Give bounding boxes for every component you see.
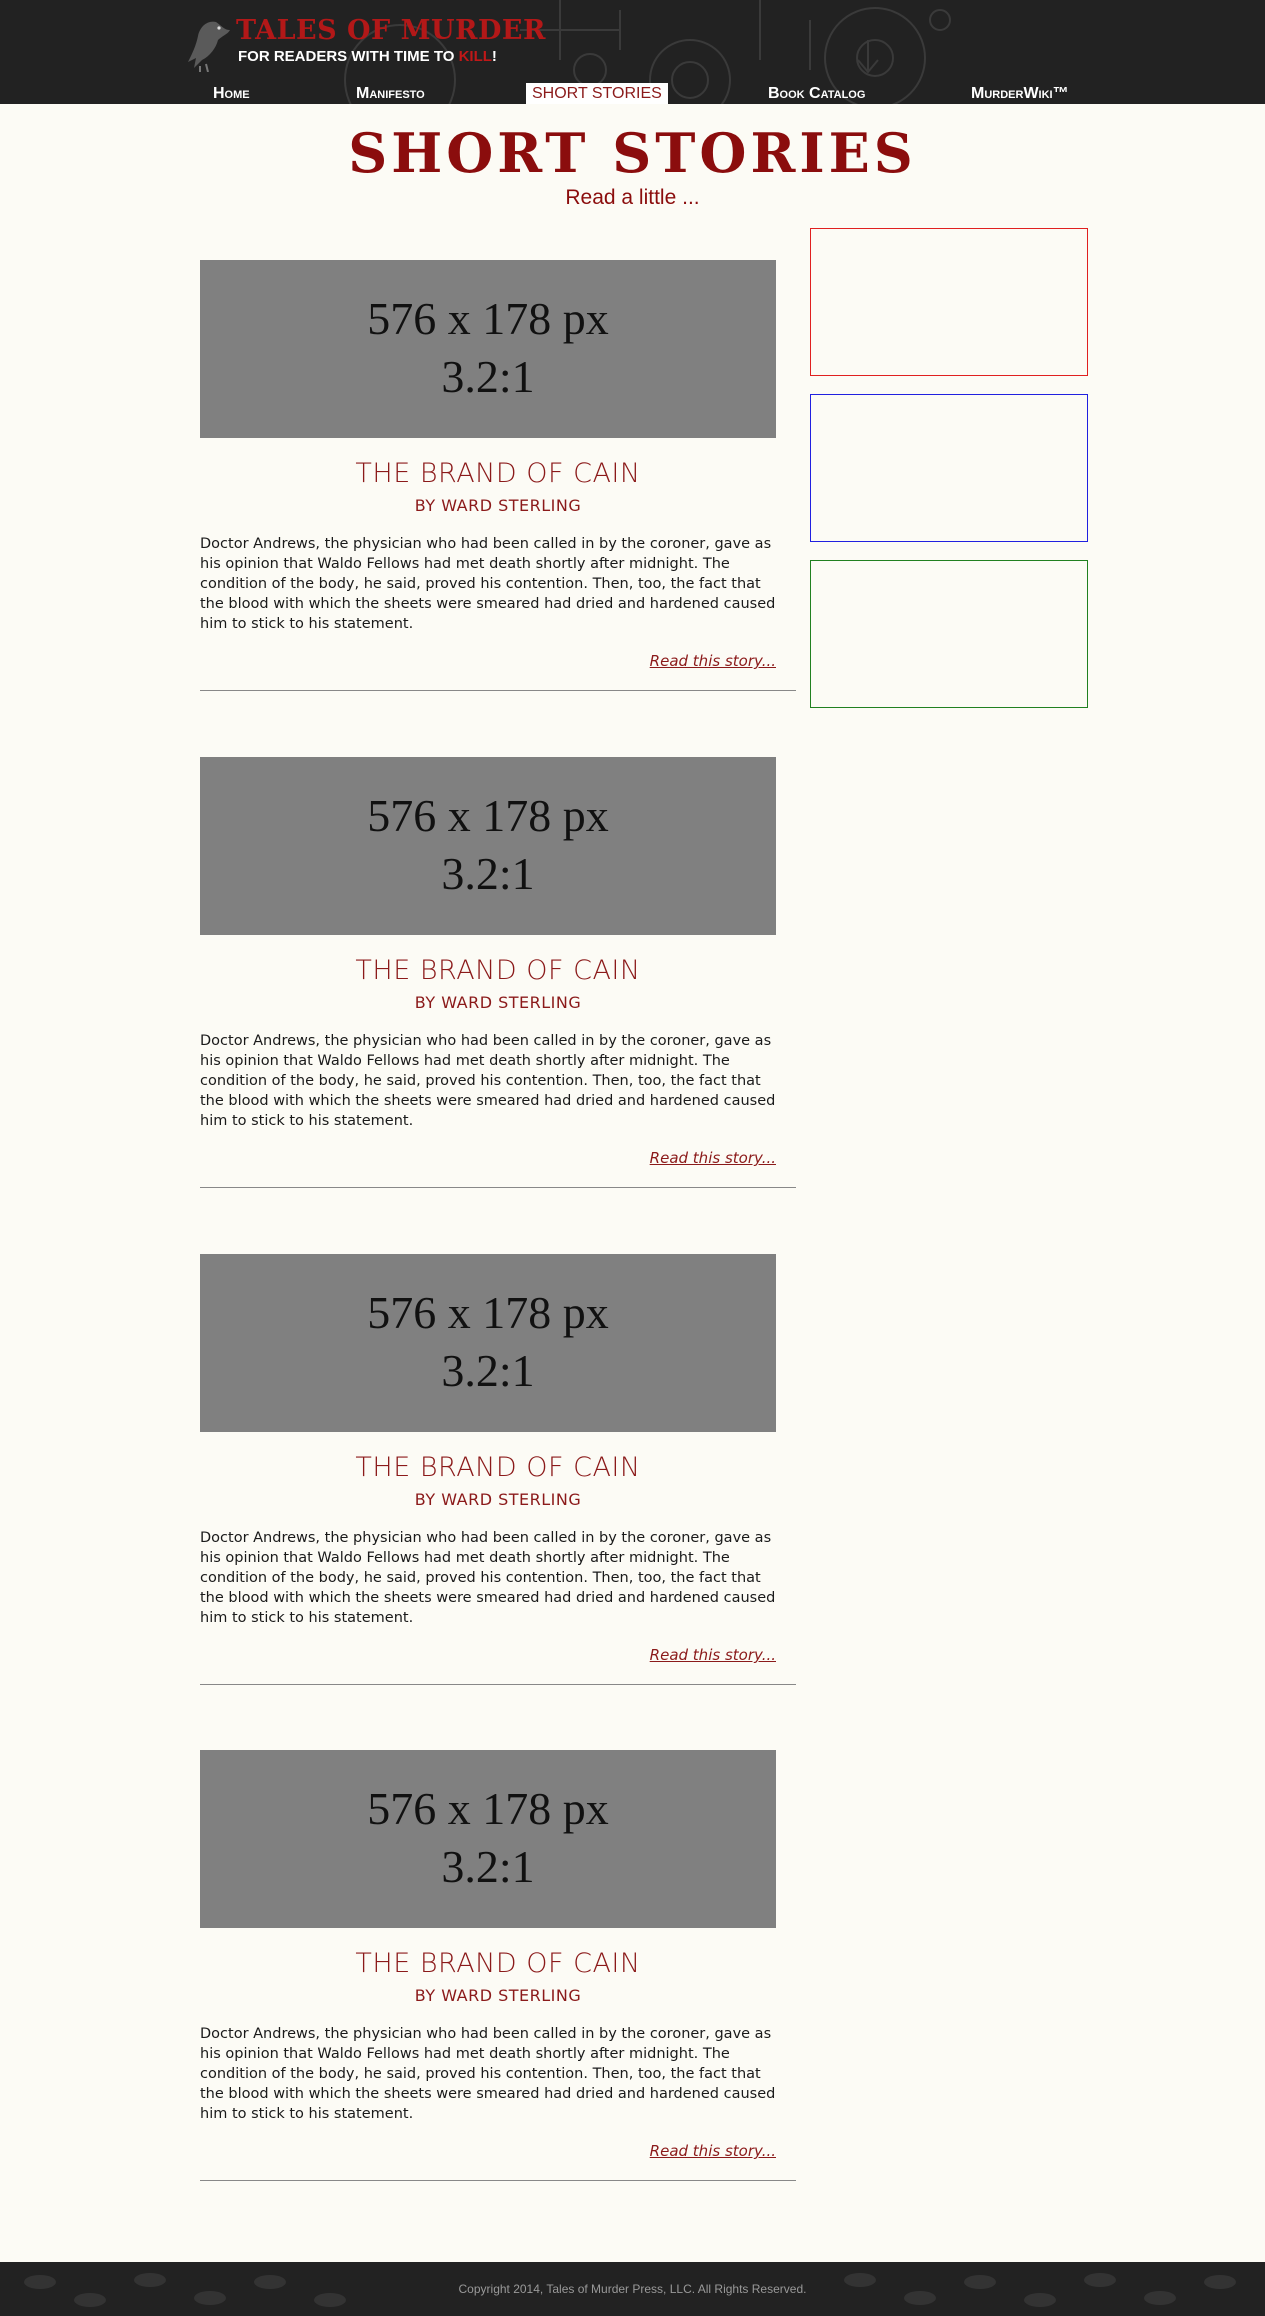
story-title[interactable]: THE BRAND OF CAIN xyxy=(200,955,796,986)
sidebar-ad-slot-2[interactable] xyxy=(810,394,1088,542)
story-card: 576 x 178 px 3.2:1 THE BRAND OF CAIN BY … xyxy=(200,260,796,710)
sidebar-ad-slot-3[interactable] xyxy=(810,560,1088,708)
read-story-link[interactable]: Read this story... xyxy=(650,1149,776,1167)
story-author: BY WARD STERLING xyxy=(414,993,582,1012)
tagline-highlight: KILL xyxy=(458,48,492,65)
story-author: BY WARD STERLING xyxy=(414,1490,582,1509)
tagline-end: ! xyxy=(491,48,497,65)
story-author: BY WARD STERLING xyxy=(414,1986,582,2005)
placeholder-ratio: 3.2:1 xyxy=(441,1345,535,1396)
story-excerpt: Doctor Andrews, the physician who had be… xyxy=(200,2026,776,2122)
logo-tagline: FOR READERS WITH TIME TO KILL! xyxy=(238,48,497,65)
site-footer: Copyright 2014, Tales of Murder Press, L… xyxy=(0,2262,1265,2316)
page-title: SHORT STORIES xyxy=(348,121,917,185)
story-title[interactable]: THE BRAND OF CAIN xyxy=(200,458,796,489)
nav-home[interactable]: Home xyxy=(213,83,250,104)
placeholder-size: 576 x 178 px xyxy=(367,1287,609,1338)
placeholder-ratio: 3.2:1 xyxy=(441,848,535,899)
divider xyxy=(200,1187,796,1188)
placeholder-ratio: 3.2:1 xyxy=(441,1841,535,1892)
logo-title: TALES OF MURDER xyxy=(236,15,546,46)
copyright-text: Copyright 2014, Tales of Murder Press, L… xyxy=(458,2282,807,2296)
nav-book-catalog[interactable]: Book Catalog xyxy=(768,83,865,104)
read-story-link[interactable]: Read this story... xyxy=(650,2142,776,2160)
nav-manifesto[interactable]: Manifesto xyxy=(356,83,425,104)
story-card: 576 x 178 px 3.2:1 THE BRAND OF CAIN BY … xyxy=(200,757,796,1207)
story-image-placeholder: 576 x 178 px 3.2:1 xyxy=(200,1254,776,1432)
story-card: 576 x 178 px 3.2:1 THE BRAND OF CAIN BY … xyxy=(200,1254,796,1704)
site-header: TALES OF MURDER FOR READERS WITH TIME TO… xyxy=(0,0,1265,104)
story-image-placeholder: 576 x 178 px 3.2:1 xyxy=(200,260,776,438)
placeholder-ratio: 3.2:1 xyxy=(441,351,535,402)
page-subtitle: Read a little ... xyxy=(565,186,700,209)
story-image-placeholder: 576 x 178 px 3.2:1 xyxy=(200,757,776,935)
read-story-link[interactable]: Read this story... xyxy=(650,652,776,670)
placeholder-size: 576 x 178 px xyxy=(367,790,609,841)
placeholder-size: 576 x 178 px xyxy=(367,1783,609,1834)
story-card: 576 x 178 px 3.2:1 THE BRAND OF CAIN BY … xyxy=(200,1750,796,2200)
story-excerpt: Doctor Andrews, the physician who had be… xyxy=(200,1033,776,1129)
story-excerpt: Doctor Andrews, the physician who had be… xyxy=(200,1530,776,1626)
story-title[interactable]: THE BRAND OF CAIN xyxy=(200,1452,796,1483)
story-author: BY WARD STERLING xyxy=(414,496,582,515)
crow-icon xyxy=(188,21,230,72)
nav-murderwiki[interactable]: MurderWiki™ xyxy=(971,83,1069,104)
divider xyxy=(200,1684,796,1685)
tagline-text: FOR READERS WITH TIME TO xyxy=(238,48,459,65)
divider xyxy=(200,2180,796,2181)
placeholder-size: 576 x 178 px xyxy=(367,293,609,344)
story-excerpt: Doctor Andrews, the physician who had be… xyxy=(200,536,776,632)
nav-short-stories[interactable]: SHORT STORIES xyxy=(526,83,668,104)
story-image-placeholder: 576 x 178 px 3.2:1 xyxy=(200,1750,776,1928)
site-logo[interactable]: TALES OF MURDER FOR READERS WITH TIME TO… xyxy=(186,12,545,72)
main-nav: Home Manifesto SHORT STORIES Book Catalo… xyxy=(0,81,1265,104)
sidebar-ad-slot-1[interactable] xyxy=(810,228,1088,376)
story-title[interactable]: THE BRAND OF CAIN xyxy=(200,1948,796,1979)
divider xyxy=(200,690,796,691)
read-story-link[interactable]: Read this story... xyxy=(650,1646,776,1664)
